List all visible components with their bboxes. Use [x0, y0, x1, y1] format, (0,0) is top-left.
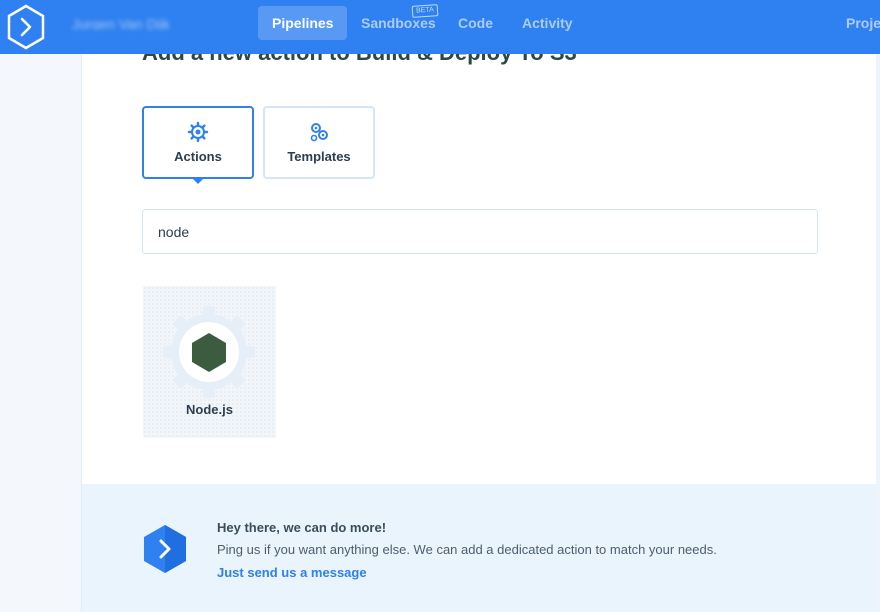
- right-edge: [876, 54, 880, 612]
- tab-templates-label: Templates: [287, 149, 351, 164]
- beta-badge: BETA: [411, 4, 439, 18]
- footer-heading: Hey there, we can do more!: [217, 520, 387, 535]
- gears-icon: [310, 123, 328, 142]
- nav-pipelines[interactable]: Pipelines: [258, 6, 348, 40]
- top-navigation-bar: Jurgen Van Dijk Pipelines Sandboxes BETA…: [0, 0, 880, 54]
- nav-code[interactable]: Code: [444, 6, 507, 40]
- nodejs-icon: [163, 306, 255, 398]
- action-search-input[interactable]: [142, 209, 818, 254]
- action-card-nodejs[interactable]: Node.js: [143, 286, 276, 438]
- footer-text: Ping us if you want anything else. We ca…: [217, 542, 717, 557]
- send-message-link[interactable]: Just send us a message: [217, 565, 367, 580]
- gear-icon: [187, 121, 209, 143]
- help-footer: Hey there, we can do more! Ping us if yo…: [82, 484, 876, 612]
- nav-activity[interactable]: Activity: [508, 6, 587, 40]
- buddy-logo-icon[interactable]: [6, 4, 46, 50]
- organization-name[interactable]: Jurgen Van Dijk: [72, 16, 232, 30]
- tab-actions[interactable]: Actions: [142, 106, 254, 184]
- tab-actions-label: Actions: [174, 149, 222, 164]
- nav-projects[interactable]: Proje: [834, 6, 880, 40]
- action-card-label: Node.js: [186, 402, 233, 417]
- left-gutter: [0, 54, 82, 612]
- buddy-logo-icon: [144, 525, 186, 573]
- tab-templates[interactable]: Templates: [263, 106, 375, 179]
